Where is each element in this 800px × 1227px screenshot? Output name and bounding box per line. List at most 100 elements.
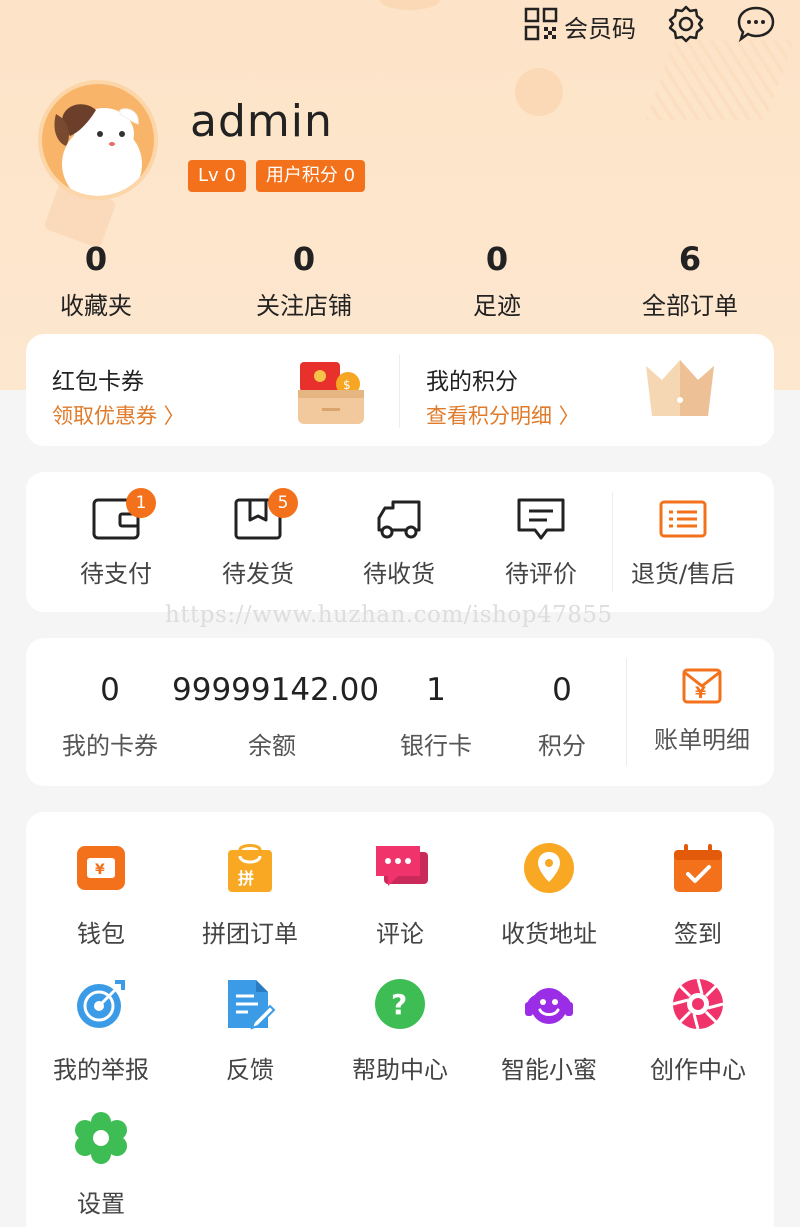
svg-text:?: ? bbox=[391, 988, 407, 1021]
order-label: 待收货 bbox=[363, 560, 435, 588]
service-label: 设置 bbox=[77, 1190, 125, 1218]
coupons-title: 红包卡券 bbox=[52, 369, 144, 395]
level-badge: Lv 0 bbox=[188, 160, 246, 192]
points-entry[interactable]: 我的积分 查看积分明细 〉 bbox=[400, 334, 774, 446]
points-badge: 用户积分 0 bbox=[255, 160, 366, 192]
order-label: 待支付 bbox=[80, 560, 152, 588]
wallet-divider bbox=[626, 658, 627, 766]
service-label: 钱包 bbox=[77, 920, 125, 948]
decor-oval bbox=[380, 0, 440, 10]
order-returns[interactable]: 退货/售后 bbox=[623, 496, 743, 589]
order-label: 退货/售后 bbox=[630, 560, 736, 588]
wallet-ticket-icon: ¥ bbox=[75, 842, 127, 894]
coupons-link: 领取优惠券 〉 bbox=[52, 404, 185, 428]
points-title: 我的积分 bbox=[426, 369, 518, 395]
settings-flower-icon bbox=[75, 1112, 127, 1164]
truck-icon bbox=[373, 496, 425, 542]
stat-label: 关注店铺 bbox=[256, 292, 352, 320]
wallet-value: 0 bbox=[100, 672, 120, 708]
gear-icon bbox=[666, 4, 706, 48]
comments-icon bbox=[374, 842, 428, 894]
wallet-label: 余额 bbox=[248, 732, 296, 760]
service-assistant[interactable]: 智能小蜜 bbox=[474, 978, 624, 1085]
service-help[interactable]: ? 帮助中心 bbox=[325, 978, 475, 1085]
wallet-bank-cards[interactable]: 1 银行卡 bbox=[376, 672, 496, 761]
order-pending-payment[interactable]: 1 待支付 bbox=[56, 488, 176, 589]
message-button[interactable] bbox=[736, 4, 776, 48]
service-label: 收货地址 bbox=[501, 920, 597, 948]
stat-all-orders[interactable]: 6 全部订单 bbox=[620, 240, 760, 321]
service-wallet[interactable]: ¥ 钱包 bbox=[26, 842, 176, 949]
order-pending-receipt[interactable]: 待收货 bbox=[339, 496, 459, 589]
location-pin-icon bbox=[523, 842, 575, 894]
stat-label: 收藏夹 bbox=[60, 292, 132, 320]
service-label: 评论 bbox=[376, 920, 424, 948]
wallet-label: 银行卡 bbox=[400, 732, 472, 760]
envelope-yen-icon: ¥ bbox=[681, 664, 723, 706]
svg-text:$: $ bbox=[343, 378, 351, 392]
order-label: 待发货 bbox=[222, 560, 294, 588]
decor-circle bbox=[515, 68, 563, 116]
stat-followed-shops[interactable]: 0 关注店铺 bbox=[234, 240, 374, 321]
wallet-balance[interactable]: 99999142.00 余额 bbox=[172, 672, 380, 761]
service-label: 反馈 bbox=[226, 1056, 274, 1084]
svg-text:¥: ¥ bbox=[95, 862, 105, 878]
wallet-label: 我的卡券 bbox=[62, 732, 158, 760]
promo-card: 红包卡券 领取优惠券 〉 $ 我的积分 查看积分明细 〉 bbox=[26, 334, 774, 446]
orders-card: 1 待支付 5 待发货 待收货 待评价 退货/售后 bbox=[26, 472, 774, 612]
stat-footprints[interactable]: 0 足迹 bbox=[447, 240, 547, 321]
stat-favorites[interactable]: 0 收藏夹 bbox=[36, 240, 156, 321]
service-report[interactable]: 我的举报 bbox=[26, 978, 176, 1085]
wallet-label: 积分 bbox=[538, 732, 586, 760]
bill-label: 账单明细 bbox=[654, 726, 750, 754]
settings-button[interactable] bbox=[666, 4, 706, 48]
service-creator-center[interactable]: 创作中心 bbox=[623, 978, 773, 1085]
member-code-label: 会员码 bbox=[564, 14, 636, 43]
watermark-text: https://www.huzhan.com/ishop47855 bbox=[165, 602, 613, 628]
document-edit-icon bbox=[224, 978, 276, 1030]
service-checkin[interactable]: 签到 bbox=[623, 842, 773, 949]
svg-text:拼: 拼 bbox=[238, 869, 254, 888]
service-label: 签到 bbox=[674, 920, 722, 948]
assistant-headset-icon bbox=[523, 978, 575, 1030]
service-group-buy[interactable]: 拼 拼团订单 bbox=[175, 842, 325, 949]
services-card: ¥ 钱包 拼 拼团订单 评论 收货地址 签到 我的举报 反馈 ? 帮助中心 智能… bbox=[26, 812, 774, 1227]
service-label: 我的举报 bbox=[53, 1056, 149, 1084]
stat-value: 0 bbox=[292, 240, 316, 278]
stat-label: 足迹 bbox=[473, 292, 521, 320]
top-bar: 会员码 bbox=[524, 4, 776, 48]
badge-count: 1 bbox=[126, 488, 156, 518]
order-pending-review[interactable]: 待评价 bbox=[481, 496, 601, 589]
member-code-button[interactable]: 会员码 bbox=[524, 7, 636, 45]
service-label: 创作中心 bbox=[650, 1056, 746, 1084]
wallet-card: 0 我的卡券 99999142.00 余额 1 银行卡 0 积分 ¥ 账单明细 bbox=[26, 638, 774, 786]
service-settings[interactable]: 设置 bbox=[26, 1112, 176, 1219]
target-icon bbox=[75, 978, 127, 1030]
avatar[interactable] bbox=[38, 80, 158, 200]
svg-text:¥: ¥ bbox=[695, 683, 706, 702]
wallet-points[interactable]: 0 积分 bbox=[512, 672, 612, 761]
service-comments[interactable]: 评论 bbox=[325, 842, 475, 949]
group-buy-bag-icon: 拼 bbox=[224, 842, 276, 894]
stat-value: 6 bbox=[678, 240, 702, 278]
order-label: 待评价 bbox=[505, 560, 577, 588]
wallet-value: 0 bbox=[552, 672, 572, 708]
stat-value: 0 bbox=[84, 240, 108, 278]
puppy-avatar-image bbox=[54, 104, 142, 196]
coupons-entry[interactable]: 红包卡券 领取优惠券 〉 $ bbox=[26, 334, 399, 446]
service-label: 智能小蜜 bbox=[501, 1056, 597, 1084]
aperture-icon bbox=[672, 978, 724, 1030]
points-link: 查看积分明细 〉 bbox=[426, 404, 580, 428]
chat-bubble-icon bbox=[736, 4, 776, 48]
wallet-value: 1 bbox=[426, 672, 446, 708]
order-pending-shipment[interactable]: 5 待发货 bbox=[198, 488, 318, 589]
bill-details[interactable]: ¥ 账单明细 bbox=[632, 664, 772, 755]
orders-divider bbox=[612, 492, 613, 592]
wallet-coupons[interactable]: 0 我的卡券 bbox=[50, 672, 170, 761]
service-feedback[interactable]: 反馈 bbox=[175, 978, 325, 1085]
service-address[interactable]: 收货地址 bbox=[474, 842, 624, 949]
wallet-value: 99999142.00 bbox=[172, 672, 380, 708]
crown-icon bbox=[642, 356, 718, 426]
comment-icon bbox=[515, 496, 567, 542]
list-icon bbox=[657, 496, 709, 542]
